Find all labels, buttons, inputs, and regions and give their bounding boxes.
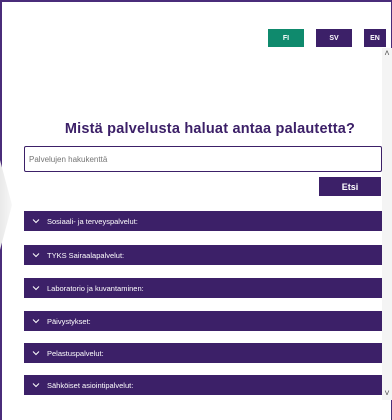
search-field[interactable] (24, 146, 382, 172)
accordion-label: Pelastuspalvelut: (47, 348, 104, 358)
scroll-down-icon[interactable]: ˅ (383, 388, 391, 398)
chevron-down-icon (31, 283, 41, 293)
accordion-item-pelastus[interactable]: Pelastuspalvelut: (24, 343, 382, 363)
page-title: Mistä palvelusta haluat antaa palautetta… (64, 121, 356, 137)
accordion-item-sosiaali[interactable]: Sosiaali- ja terveyspalvelut: (24, 211, 382, 231)
search-input[interactable] (27, 153, 379, 165)
lang-en-button[interactable]: EN (364, 29, 386, 47)
lang-fi-button[interactable]: FI (268, 29, 304, 47)
accordion-label: Sosiaali- ja terveyspalvelut: (47, 216, 138, 226)
chevron-down-icon (31, 216, 41, 226)
accordion-label: Laboratorio ja kuvantaminen: (47, 283, 144, 293)
chevron-down-icon (31, 250, 41, 260)
lang-sv-button[interactable]: SV (316, 29, 352, 47)
chevron-down-icon (31, 348, 41, 358)
language-switcher: FI SV EN (268, 29, 386, 47)
accordion-item-sahkoiset[interactable]: Sähköiset asiointipalvelut: (24, 375, 382, 395)
accordion-item-paivystykset[interactable]: Päivystykset: (24, 311, 382, 331)
chevron-down-icon (31, 380, 41, 390)
vertical-scrollbar[interactable] (382, 48, 392, 400)
accordion-label: Sähköiset asiointipalvelut: (47, 380, 134, 390)
accordion-label: Päivystykset: (47, 316, 91, 326)
accordion-item-tyks[interactable]: TYKS Sairaalapalvelut: (24, 245, 382, 265)
scroll-up-icon[interactable]: ˄ (383, 48, 391, 58)
search-button[interactable]: Etsi (319, 177, 381, 196)
chevron-down-icon (31, 316, 41, 326)
accordion-label: TYKS Sairaalapalvelut: (47, 250, 125, 260)
accordion-item-laboratorio[interactable]: Laboratorio ja kuvantaminen: (24, 278, 382, 298)
